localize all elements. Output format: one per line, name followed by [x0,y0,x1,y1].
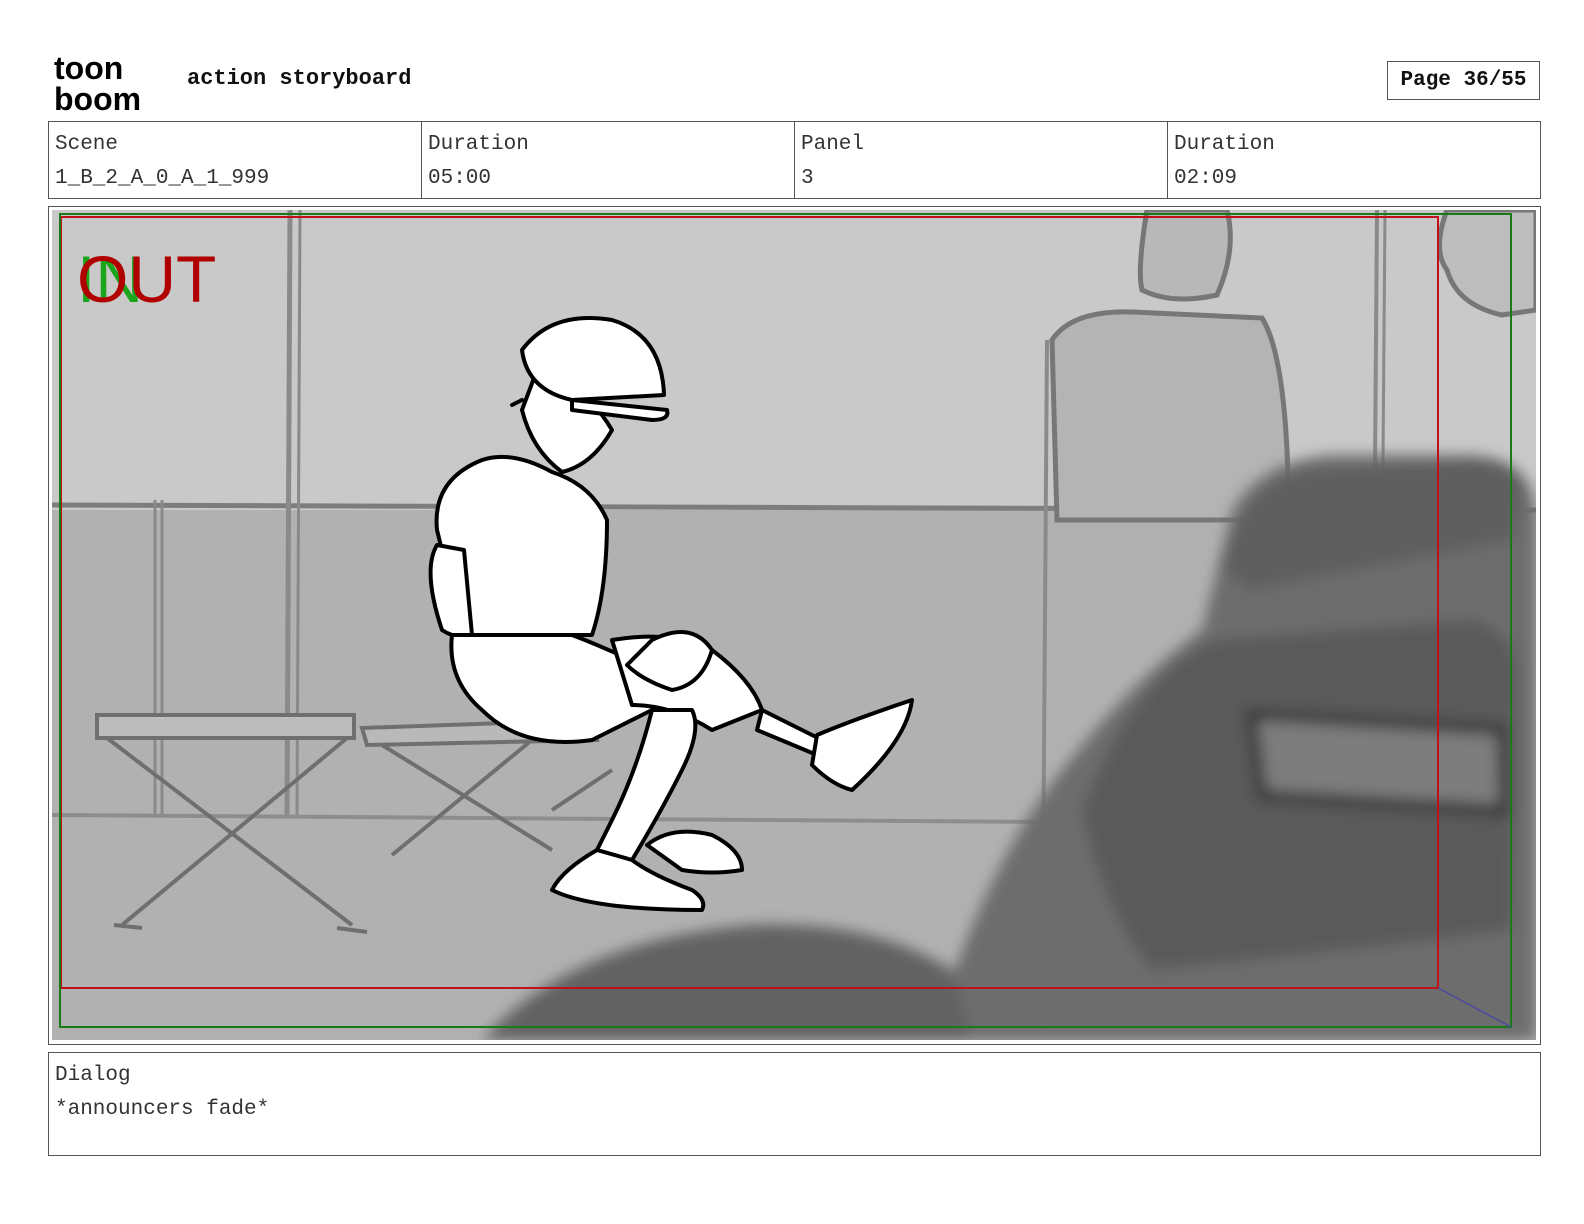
scene-duration-value: 05:00 [428,167,492,190]
panel-duration-value: 02:09 [1174,167,1238,190]
dialog-text: *announcers fade* [55,1098,270,1121]
page-indicator: Page 36/55 [1387,61,1540,100]
scene-label: Scene [55,133,119,156]
logo-bottom-text: boom [54,81,141,112]
dialog-box: Dialog *announcers fade* [48,1052,1541,1156]
panel-cell: Panel 3 [795,122,1168,198]
toon-boom-logo: toon boom [54,52,141,112]
panel-duration-cell: Duration 02:09 [1168,122,1540,198]
scene-info-table: Scene 1_B_2_A_0_A_1_999 Duration 05:00 P… [48,121,1541,199]
scene-duration-label: Duration [428,133,529,156]
panel-duration-label: Duration [1174,133,1275,156]
scene-value: 1_B_2_A_0_A_1_999 [55,167,270,190]
panel-value: 3 [801,167,814,190]
document-title: action storyboard [187,66,412,91]
dialog-label: Dialog [55,1064,131,1087]
storyboard-panel: IN OUT [48,206,1541,1045]
panel-label: Panel [801,133,865,156]
scene-cell: Scene 1_B_2_A_0_A_1_999 [49,122,422,198]
out-marker: OUT [77,242,216,316]
panel-drawing: IN OUT [52,210,1536,1040]
scene-duration-cell: Duration 05:00 [422,122,795,198]
bg-figure-head [1137,210,1233,302]
